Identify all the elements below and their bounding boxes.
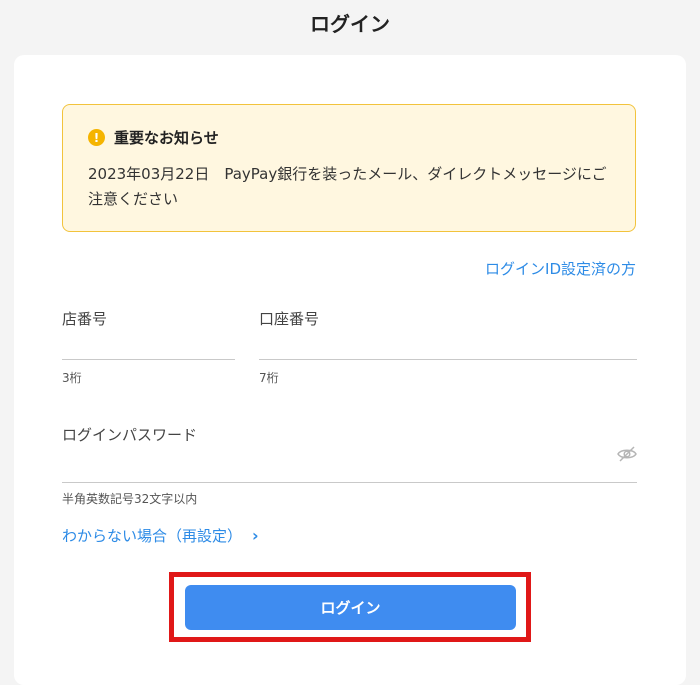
- chevron-right-icon: ›: [252, 526, 259, 545]
- branch-number-input[interactable]: [62, 330, 235, 358]
- page-title: ログイン: [310, 12, 390, 36]
- notice-body: 2023年03月22日 PayPay銀行を装ったメール、ダイレクトメッセージにご…: [88, 165, 607, 208]
- eye-slash-icon[interactable]: [617, 446, 637, 466]
- important-notice: ! 重要なお知らせ 2023年03月22日 PayPay銀行を装ったメール、ダイ…: [62, 104, 636, 232]
- account-number-underline: [259, 359, 637, 360]
- warning-icon: !: [88, 129, 105, 146]
- password-underline: [62, 482, 637, 483]
- branch-number-hint: 3桁: [62, 371, 82, 385]
- login-button[interactable]: ログイン: [185, 585, 516, 630]
- branch-number-underline: [62, 359, 235, 360]
- password-label: ログインパスワード: [62, 426, 198, 444]
- notice-header: ! 重要なお知らせ: [88, 127, 219, 148]
- branch-number-label: 店番号: [62, 310, 108, 328]
- account-number-hint: 7桁: [259, 371, 279, 385]
- password-hint: 半角英数記号32文字以内: [62, 492, 198, 506]
- account-number-label: 口座番号: [259, 310, 320, 328]
- reset-help-link-label: わからない場合（再設定）: [62, 527, 243, 545]
- account-number-input[interactable]: [259, 330, 637, 358]
- login-id-link[interactable]: ログインID設定済の方: [485, 258, 636, 279]
- password-input[interactable]: [62, 448, 607, 478]
- notice-title: 重要なお知らせ: [114, 129, 219, 147]
- reset-help-link[interactable]: わからない場合（再設定） ›: [62, 525, 259, 546]
